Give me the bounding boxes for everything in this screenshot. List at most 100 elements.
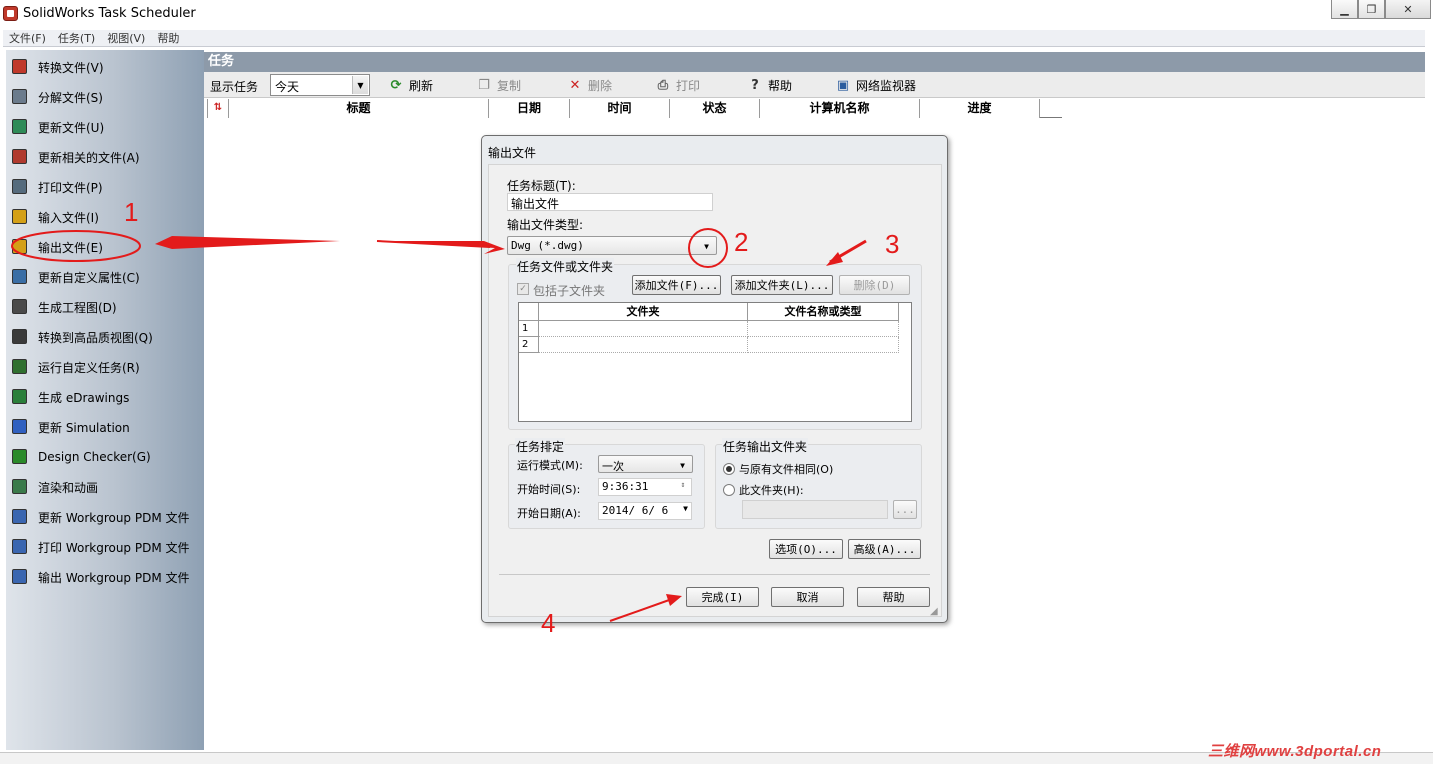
sidebar-item[interactable]: 生成工程图(D) bbox=[8, 294, 117, 320]
sidebar-item-label: 更新 Workgroup PDM 文件 bbox=[38, 510, 190, 525]
menu-view[interactable]: 视图(V) bbox=[101, 30, 151, 46]
dialog-help-button[interactable]: 帮助 bbox=[857, 587, 930, 607]
column-header[interactable]: 日期 bbox=[489, 99, 570, 118]
priority-icon[interactable]: ⇅ bbox=[207, 99, 229, 118]
filename-cell[interactable] bbox=[748, 321, 899, 337]
table-row[interactable]: 1 bbox=[519, 321, 899, 337]
sidebar-item-label: 打印文件(P) bbox=[38, 180, 103, 195]
sidebar-item[interactable]: 输出文件(E) bbox=[8, 234, 103, 260]
maximize-button[interactable]: ❐ bbox=[1358, 0, 1385, 19]
start-date-input[interactable]: 2014/ 6/ 6 ▼ bbox=[598, 502, 692, 520]
print-button[interactable]: ⎙ 打印 bbox=[655, 76, 700, 94]
simulation-icon bbox=[8, 416, 32, 438]
cancel-button[interactable]: 取消 bbox=[771, 587, 844, 607]
refresh-label: 刷新 bbox=[409, 78, 434, 93]
column-header[interactable]: 进度 bbox=[920, 99, 1040, 118]
files-table-header: 文件夹 文件名称或类型 bbox=[519, 303, 899, 321]
refresh-button[interactable]: ⟳ 刷新 bbox=[388, 76, 433, 94]
sidebar-item-label: 运行自定义任务(R) bbox=[38, 360, 140, 375]
sidebar-item-label: 输出 Workgroup PDM 文件 bbox=[38, 570, 190, 585]
row-number: 1 bbox=[519, 321, 539, 337]
network-monitor-label: 网络监视器 bbox=[856, 78, 917, 93]
sidebar-item-label: 输入文件(I) bbox=[38, 210, 99, 225]
resize-grip-icon[interactable]: ◢ bbox=[930, 606, 938, 617]
sidebar-item-label: 转换到高品质视图(Q) bbox=[38, 330, 153, 345]
column-header[interactable]: 状态 bbox=[670, 99, 760, 118]
sidebar-item[interactable]: Design Checker(G) bbox=[8, 444, 151, 470]
pdm-print-icon bbox=[8, 536, 32, 558]
sidebar-item[interactable]: 运行自定义任务(R) bbox=[8, 354, 140, 380]
options-button[interactable]: 选项(O)... bbox=[769, 539, 843, 559]
sidebar-item-label: 生成工程图(D) bbox=[38, 300, 117, 315]
help-icon: ? bbox=[751, 77, 759, 93]
help-button[interactable]: ? 帮助 bbox=[747, 76, 792, 94]
task-title-input[interactable]: 输出文件 bbox=[507, 193, 713, 211]
sidebar-item[interactable]: 更新相关的文件(A) bbox=[8, 144, 140, 170]
this-folder-radio[interactable] bbox=[723, 484, 735, 496]
sidebar-item[interactable]: 更新自定义属性(C) bbox=[8, 264, 140, 290]
minimize-button[interactable]: ▁ bbox=[1331, 0, 1358, 19]
column-header[interactable]: 标题 bbox=[229, 99, 489, 118]
chevron-down-icon: ▼ bbox=[704, 241, 709, 251]
folder-cell[interactable] bbox=[539, 337, 748, 353]
delete-label: 删除 bbox=[588, 78, 613, 93]
sidebar-item[interactable]: 输入文件(I) bbox=[8, 204, 99, 230]
output-folder-input[interactable] bbox=[742, 500, 888, 519]
advanced-button[interactable]: 高级(A)... bbox=[848, 539, 921, 559]
start-time-input[interactable]: 9:36:31 ⇕ bbox=[598, 478, 692, 496]
column-header: 文件夹 bbox=[539, 303, 748, 321]
task-grid-header: ⇅ 标题 日期 时间 状态 计算机名称 进度 bbox=[207, 99, 1062, 118]
delete-file-button[interactable]: 删除(D) bbox=[839, 275, 910, 295]
add-folder-button[interactable]: 添加文件夹(L)... bbox=[731, 275, 833, 295]
sidebar-item[interactable]: 转换文件(V) bbox=[8, 54, 104, 80]
spinner-icon[interactable]: ⇕ bbox=[676, 480, 690, 494]
finish-button[interactable]: 完成(I) bbox=[686, 587, 759, 607]
arrow-2-line bbox=[376, 240, 491, 248]
pdm-update-icon bbox=[8, 506, 32, 528]
table-row[interactable]: 2 bbox=[519, 337, 899, 353]
browse-button[interactable]: ... bbox=[893, 500, 917, 519]
menu-file[interactable]: 文件(F) bbox=[3, 30, 52, 46]
sidebar-item[interactable]: 打印 Workgroup PDM 文件 bbox=[8, 534, 190, 560]
chevron-down-icon[interactable]: ▼ bbox=[683, 504, 688, 513]
show-tasks-select[interactable]: 今天 ▼ bbox=[270, 74, 370, 96]
copy-button[interactable]: ❐ 复制 bbox=[476, 76, 521, 94]
start-date-value: 2014/ 6/ 6 bbox=[602, 504, 669, 517]
run-mode-label: 运行模式(M): bbox=[517, 459, 583, 472]
toolbar: 显示任务 今天 ▼ ⟳ 刷新 ❐ 复制 ✕ 删除 ⎙ 打印 ? 帮助 ▣ 网络监… bbox=[204, 72, 1425, 98]
update-icon bbox=[8, 116, 32, 138]
network-monitor-button[interactable]: ▣ 网络监视器 bbox=[835, 76, 916, 94]
add-file-button[interactable]: 添加文件(F)... bbox=[632, 275, 721, 295]
sidebar-item[interactable]: 输出 Workgroup PDM 文件 bbox=[8, 564, 190, 590]
sidebar-item-label: 更新相关的文件(A) bbox=[38, 150, 140, 165]
include-subfolders-checkbox[interactable]: ✓ bbox=[517, 283, 529, 295]
window-controls: ▁ ❐ ✕ bbox=[1331, 0, 1431, 19]
sidebar-item[interactable]: 生成 eDrawings bbox=[8, 384, 129, 410]
close-button[interactable]: ✕ bbox=[1385, 0, 1431, 19]
delete-button[interactable]: ✕ 删除 bbox=[567, 76, 612, 94]
sidebar-item[interactable]: 转换到高品质视图(Q) bbox=[8, 324, 153, 350]
run-mode-select[interactable]: 一次 ▼ bbox=[598, 455, 693, 473]
sidebar-item[interactable]: 渲染和动画 bbox=[8, 474, 98, 500]
filename-cell[interactable] bbox=[748, 337, 899, 353]
menu-task[interactable]: 任务(T) bbox=[52, 30, 101, 46]
sidebar-item[interactable]: 打印文件(P) bbox=[8, 174, 103, 200]
menu-help[interactable]: 帮助 bbox=[151, 30, 185, 46]
hq-view-icon bbox=[8, 326, 32, 348]
chevron-down-icon: ▼ bbox=[352, 76, 368, 94]
same-as-original-label: 与原有文件相同(O) bbox=[739, 463, 834, 476]
column-header[interactable]: 计算机名称 bbox=[760, 99, 920, 118]
pdm-export-icon bbox=[8, 566, 32, 588]
sidebar-item[interactable]: 更新 Simulation bbox=[8, 414, 130, 440]
same-as-original-radio[interactable] bbox=[723, 463, 735, 475]
sidebar-item-label: 输出文件(E) bbox=[38, 240, 103, 255]
sidebar-item[interactable]: 更新文件(U) bbox=[8, 114, 104, 140]
sidebar-item[interactable]: 更新 Workgroup PDM 文件 bbox=[8, 504, 190, 530]
files-table: 文件夹 文件名称或类型 1 2 bbox=[518, 302, 912, 422]
refresh-icon: ⟳ bbox=[390, 77, 402, 93]
files-group-label: 任务文件或文件夹 bbox=[516, 258, 615, 275]
column-header[interactable]: 时间 bbox=[570, 99, 670, 118]
file-type-select[interactable]: Dwg (*.dwg) ▼ bbox=[507, 236, 717, 255]
folder-cell[interactable] bbox=[539, 321, 748, 337]
sidebar-item[interactable]: 分解文件(S) bbox=[8, 84, 103, 110]
